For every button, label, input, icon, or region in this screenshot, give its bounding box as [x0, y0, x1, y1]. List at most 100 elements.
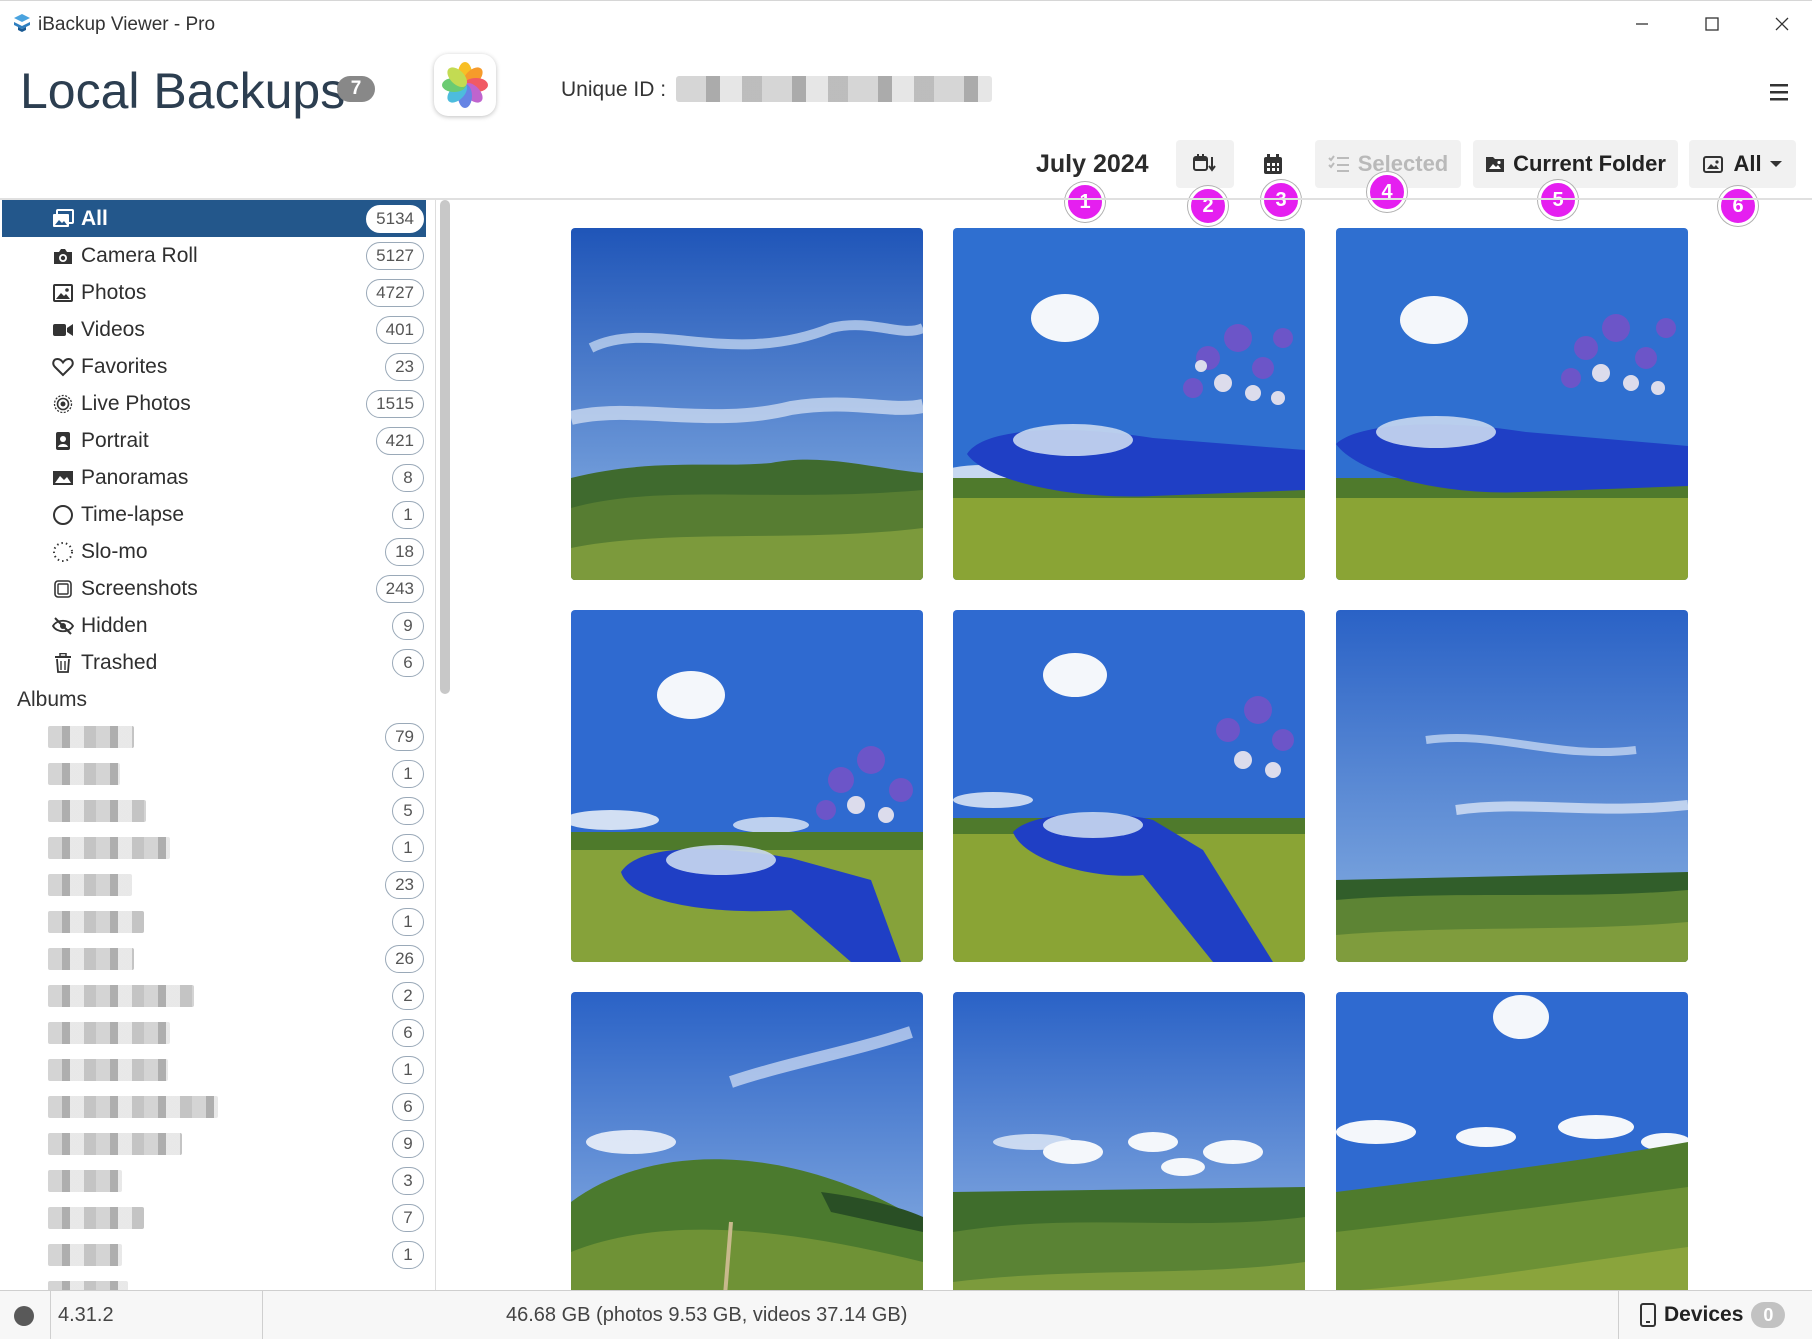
- image-icon: [52, 282, 74, 304]
- count-badge: 5127: [366, 242, 424, 270]
- count-badge: 5134: [366, 205, 424, 233]
- backup-count-badge: 7: [337, 76, 375, 102]
- sidebar-item-favorites[interactable]: Favorites 23: [2, 348, 426, 385]
- album-item[interactable]: 3: [2, 1162, 426, 1199]
- sort-by-date-button[interactable]: [1176, 140, 1234, 188]
- status-separator: [262, 1291, 263, 1339]
- folder-image-icon: [1486, 157, 1505, 172]
- devices-button[interactable]: Devices 0: [1640, 1297, 1786, 1333]
- album-item[interactable]: 5: [2, 792, 426, 829]
- album-item[interactable]: 1: [2, 903, 426, 940]
- sidebar-item-panoramas[interactable]: Panoramas 8: [2, 459, 426, 496]
- filter-label: All: [1733, 151, 1762, 176]
- maximize-icon: [1705, 17, 1719, 31]
- count-badge: 4727: [366, 279, 424, 307]
- album-name-redacted: [48, 726, 134, 748]
- media-filter-dropdown[interactable]: All: [1689, 140, 1796, 188]
- album-item[interactable]: 79: [2, 718, 426, 755]
- close-button[interactable]: [1747, 1, 1812, 47]
- photo-thumbnail[interactable]: [571, 228, 923, 580]
- count-badge: 1: [392, 501, 424, 529]
- photo-thumbnail[interactable]: [571, 992, 923, 1290]
- photo-thumbnail[interactable]: [571, 610, 923, 962]
- minimize-button[interactable]: [1607, 1, 1677, 47]
- panorama-icon: [52, 467, 74, 489]
- album-name-redacted: [48, 911, 144, 933]
- unique-id-value-redacted: [676, 76, 992, 102]
- photo-thumbnail[interactable]: [953, 992, 1305, 1290]
- menu-button[interactable]: [1766, 80, 1792, 104]
- sidebar-item-camera-roll[interactable]: Camera Roll 5127: [2, 237, 426, 274]
- count-badge: 23: [385, 871, 424, 899]
- count-badge: 1: [392, 834, 424, 862]
- storage-summary: 46.68 GB (photos 9.53 GB, videos 37.14 G…: [506, 1304, 908, 1326]
- album-item[interactable]: 26: [2, 940, 426, 977]
- count-badge: 401: [375, 316, 424, 344]
- sidebar-item-label: Favorites: [81, 355, 168, 378]
- photo-thumbnail[interactable]: [1336, 992, 1688, 1290]
- sidebar-item-portrait[interactable]: Portrait 421: [2, 422, 426, 459]
- count-badge: 1: [392, 1241, 424, 1269]
- album-item[interactable]: 1: [2, 1051, 426, 1088]
- sidebar-item-trashed[interactable]: Trashed 6: [2, 644, 426, 681]
- sidebar-item-label: Panoramas: [81, 466, 189, 489]
- count-badge: 18: [385, 538, 424, 566]
- sidebar-item-label: Hidden: [81, 614, 148, 637]
- maximize-button[interactable]: [1677, 1, 1747, 47]
- photo-thumbnail[interactable]: [953, 610, 1305, 962]
- count-badge: 6: [392, 649, 424, 677]
- header: Local Backups 7 Unique ID :: [0, 46, 1812, 136]
- count-badge: 23: [385, 353, 424, 381]
- photo-thumbnail[interactable]: [1336, 228, 1688, 580]
- count-badge: 5: [392, 797, 424, 825]
- portrait-icon: [52, 430, 74, 452]
- unique-id-label: Unique ID :: [561, 78, 667, 101]
- album-item[interactable]: 9: [2, 1125, 426, 1162]
- album-item[interactable]: 6: [2, 1014, 426, 1051]
- album-item[interactable]: [2, 1273, 426, 1290]
- album-name-redacted: [48, 1207, 144, 1229]
- count-badge: 9: [392, 1130, 424, 1158]
- sidebar-item-label: Slo-mo: [81, 540, 148, 563]
- album-name-redacted: [48, 948, 134, 970]
- status-bar: 4.31.2 46.68 GB (photos 9.53 GB, videos …: [0, 1290, 1812, 1339]
- album-item[interactable]: 1: [2, 1236, 426, 1273]
- count-badge: 6: [392, 1093, 424, 1121]
- sidebar-item-time-lapse[interactable]: Time-lapse 1: [2, 496, 426, 533]
- sidebar-item-label: Videos: [81, 318, 145, 341]
- album-item[interactable]: 7: [2, 1199, 426, 1236]
- close-icon: [1775, 17, 1789, 31]
- photos-stack-icon: [52, 208, 74, 230]
- sidebar-item-screenshots[interactable]: Screenshots 243: [2, 570, 426, 607]
- album-item[interactable]: 2: [2, 977, 426, 1014]
- album-name-redacted: [48, 837, 170, 859]
- album-name-redacted: [48, 1022, 170, 1044]
- album-item[interactable]: 23: [2, 866, 426, 903]
- phone-icon: [1640, 1303, 1656, 1327]
- album-name-redacted: [48, 1059, 168, 1081]
- album-name-redacted: [48, 1170, 122, 1192]
- count-badge: 1: [392, 760, 424, 788]
- photo-thumbnail[interactable]: [1336, 610, 1688, 962]
- sidebar-item-live-photos[interactable]: Live Photos 1515: [2, 385, 426, 422]
- album-item[interactable]: 1: [2, 755, 426, 792]
- albums-heading: Albums: [17, 688, 88, 711]
- album-item[interactable]: 6: [2, 1088, 426, 1125]
- photo-gallery: [451, 200, 1812, 1290]
- page-title: Local Backups: [20, 63, 346, 119]
- sidebar-item-all[interactable]: All 5134: [2, 200, 426, 237]
- sidebar-item-photos[interactable]: Photos 4727: [2, 274, 426, 311]
- count-badge: 3: [392, 1167, 424, 1195]
- sidebar-item-videos[interactable]: Videos 401: [2, 311, 426, 348]
- sidebar-item-hidden[interactable]: Hidden 9: [2, 607, 426, 644]
- sidebar-item-slo-mo[interactable]: Slo-mo 18: [2, 533, 426, 570]
- count-badge: 421: [375, 427, 424, 455]
- current-folder-button[interactable]: Current Folder: [1473, 140, 1678, 188]
- album-item[interactable]: 1: [2, 829, 426, 866]
- album-name-redacted: [48, 763, 120, 785]
- sidebar-item-label: Photos: [81, 281, 147, 304]
- album-name-redacted: [48, 1281, 128, 1290]
- photo-thumbnail[interactable]: [953, 228, 1305, 580]
- heart-icon: [52, 356, 74, 378]
- sidebar-scrollbar[interactable]: [440, 200, 450, 694]
